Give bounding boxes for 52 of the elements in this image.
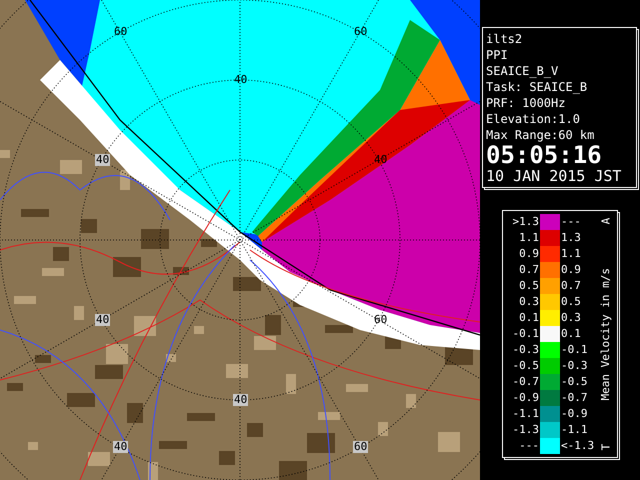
range-label: 60	[353, 441, 368, 453]
legend-label: 1.1	[518, 230, 539, 246]
range-label: 40	[95, 154, 110, 166]
legend-title: Mean Velocity in m/s	[600, 268, 612, 400]
legend-label: 0.1	[518, 310, 539, 326]
legend-label: >1.3	[512, 214, 539, 230]
info-line: SEAICE_B_V	[486, 63, 560, 79]
legend-label: 0.5	[518, 278, 539, 294]
legend-label: -0.5	[512, 358, 539, 374]
legend-label: ---	[518, 438, 539, 454]
legend-label: -0.1	[512, 326, 539, 342]
range-label: 40	[233, 394, 248, 406]
legend-label: 0.1	[560, 326, 582, 342]
range-label: 40	[95, 314, 110, 326]
legend-label: 0.9	[560, 262, 582, 278]
legend-label: -0.7	[512, 374, 539, 390]
legend-mark: T	[600, 444, 612, 450]
legend-label: 1.3	[560, 230, 582, 246]
info-line: ilts2	[486, 31, 524, 47]
legend-label: -1.1	[560, 422, 588, 438]
legend-label: -0.5	[560, 374, 588, 390]
info-line: Max Range:60 km	[486, 127, 596, 143]
info-line: PPI	[486, 47, 509, 63]
legend-label: 0.3	[560, 310, 582, 326]
legend-label: 0.7	[518, 262, 539, 278]
legend-label: -0.1	[560, 342, 588, 358]
legend-label: 0.5	[560, 294, 582, 310]
legend-label: <-1.3	[560, 438, 596, 454]
range-label: 60	[113, 26, 128, 38]
legend-label: -0.9	[560, 406, 588, 422]
info-line: Task: SEAICE_B	[486, 79, 588, 95]
legend-label: 0.7	[560, 278, 582, 294]
legend-label: 1.1	[560, 246, 582, 262]
range-label: 60	[353, 26, 368, 38]
info-line: PRF: 1000Hz	[486, 95, 566, 111]
range-label: 40	[233, 74, 248, 86]
legend-label: -0.9	[512, 390, 539, 406]
date-readout: 10 JAN 2015 JST	[486, 167, 622, 186]
legend-label: -0.7	[560, 390, 588, 406]
legend-label: 0.9	[518, 246, 539, 262]
legend-mark: A	[600, 218, 612, 224]
time-readout: 05:05:16	[486, 143, 603, 167]
legend-label: -0.3	[512, 342, 539, 358]
legend-label: -0.3	[560, 358, 588, 374]
legend-label: ---	[560, 214, 582, 230]
legend-label: -1.3	[512, 422, 539, 438]
legend-label: -1.1	[512, 406, 539, 422]
range-label: 60	[373, 314, 388, 326]
info-line: Elevation:1.0	[486, 111, 581, 127]
range-label: 40	[373, 154, 388, 166]
range-label: 40	[113, 441, 128, 453]
legend-label: 0.3	[518, 294, 539, 310]
